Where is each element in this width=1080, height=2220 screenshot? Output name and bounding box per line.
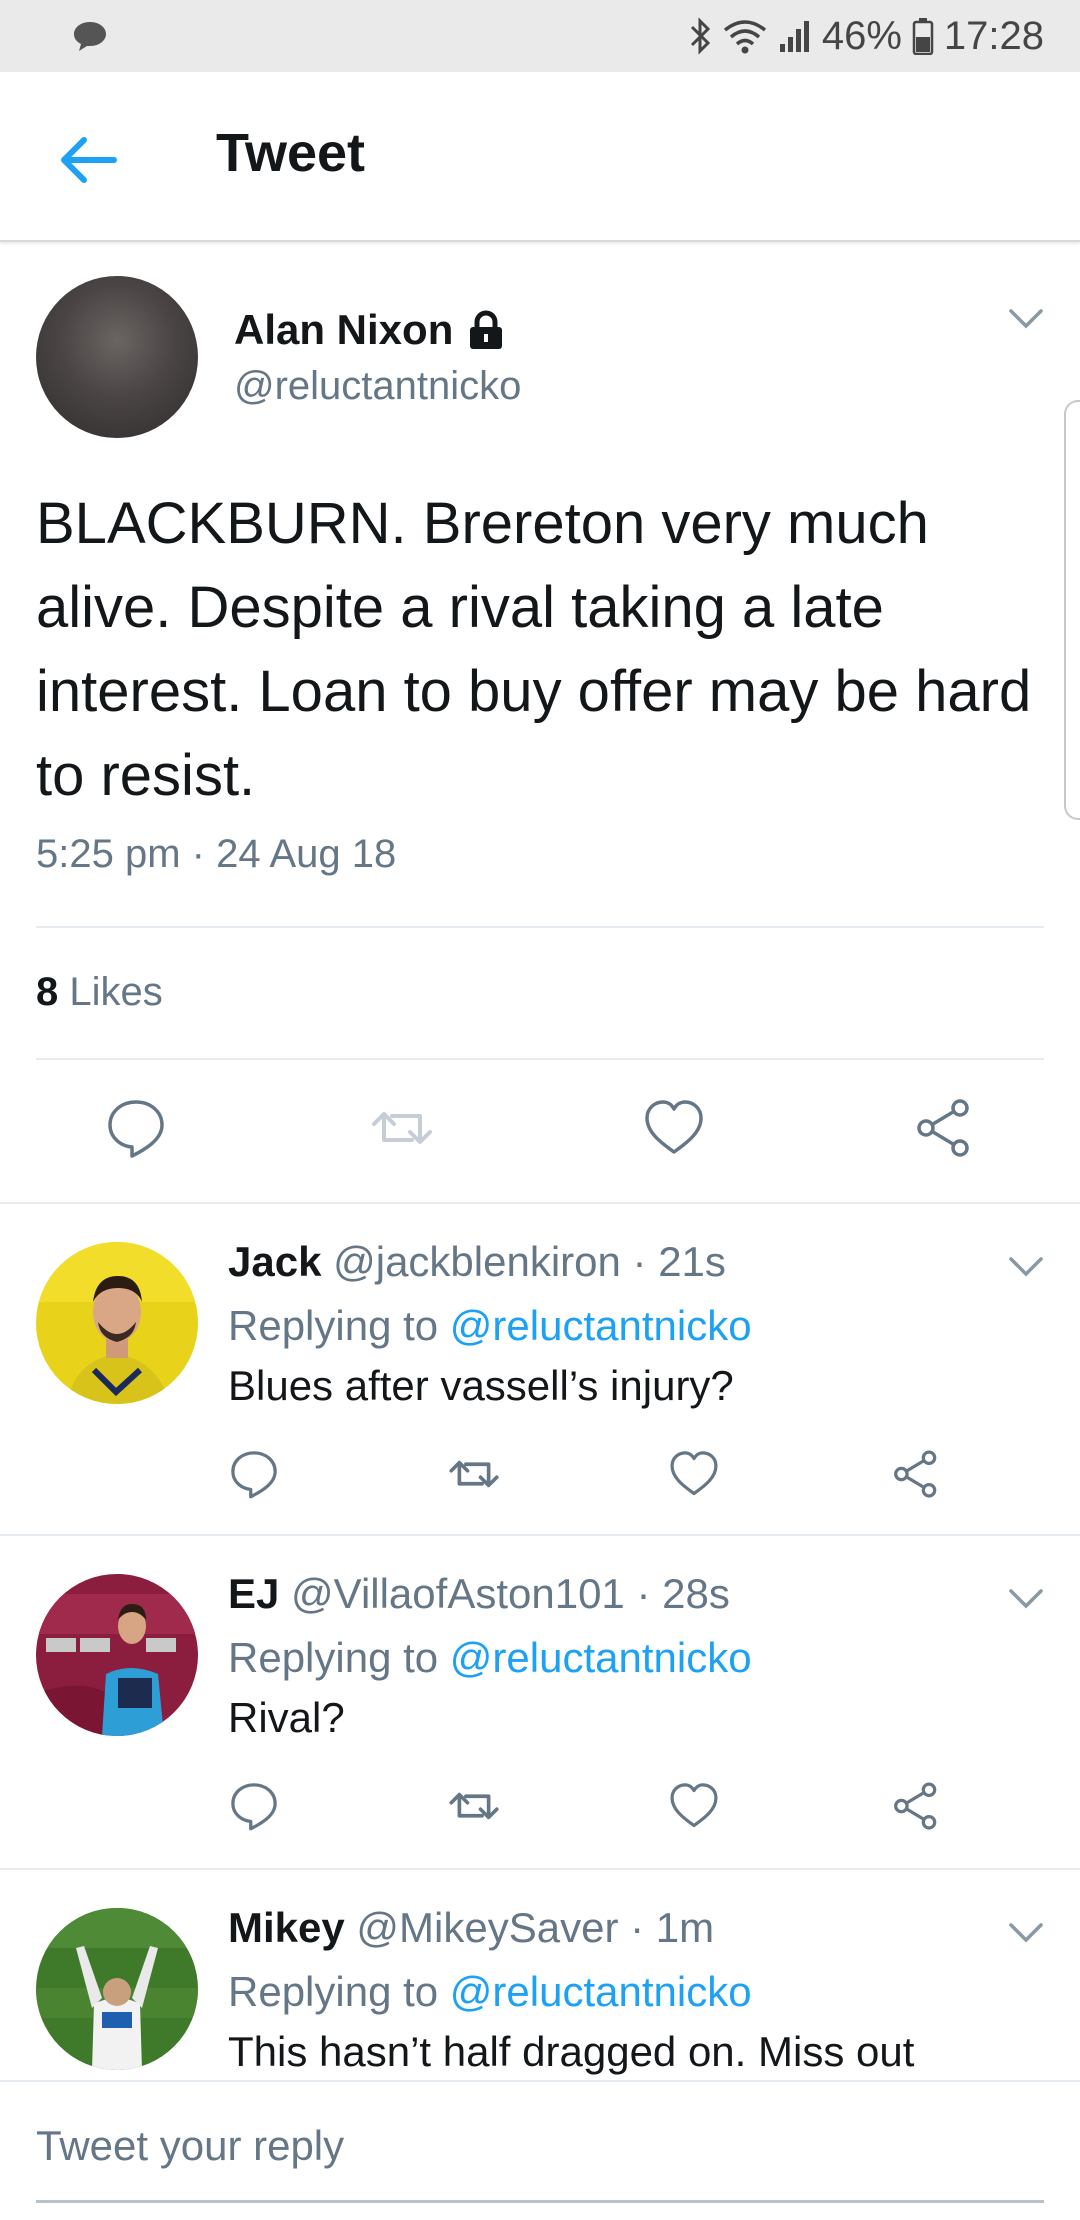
reply-text: This hasn’t half dragged on. Miss out: [228, 2028, 915, 2075]
replying-prefix: Replying to: [228, 1302, 439, 1349]
avatar[interactable]: [36, 1574, 198, 1736]
likes-label: Likes: [69, 970, 163, 1014]
reply-time: · 1m: [630, 1904, 715, 1951]
message-icon: [74, 22, 106, 51]
likes-count[interactable]: 8 Likes: [36, 970, 163, 1015]
retweet-icon[interactable]: [370, 1096, 434, 1160]
status-bar: 46% 17:28: [0, 0, 1080, 72]
reply-header: Mikey @MikeySaver · 1m: [228, 1904, 714, 1952]
compose-bar[interactable]: Tweet your reply: [0, 2080, 1080, 2220]
reply-actions: [0, 1780, 1080, 1840]
tweet-actions: [0, 1096, 1080, 1192]
clock: 17:28: [943, 13, 1044, 58]
avatar[interactable]: [36, 1242, 198, 1404]
scrollbar[interactable]: [1064, 400, 1080, 820]
reply-time: · 21s: [632, 1238, 726, 1285]
reply-author-handle[interactable]: @VillaofAston101: [291, 1570, 625, 1617]
avatar[interactable]: [36, 1908, 198, 2070]
reply-icon[interactable]: [104, 1096, 168, 1160]
chevron-down-icon[interactable]: [1008, 308, 1044, 330]
share-icon[interactable]: [890, 1780, 942, 1832]
input-underline: [36, 2200, 1044, 2203]
battery-percent: 46%: [821, 13, 902, 58]
reply-author-name[interactable]: Mikey: [228, 1904, 345, 1951]
reply-tweet[interactable]: Mikey @MikeySaver · 1m Replying to @relu…: [0, 1868, 1080, 2080]
tweet-timestamp: 5:25 pm · 24 Aug 18: [36, 832, 397, 876]
reply-header: EJ @VillaofAston101 · 28s: [228, 1570, 730, 1618]
like-icon[interactable]: [668, 1448, 720, 1500]
like-icon[interactable]: [642, 1096, 706, 1160]
reply-time: · 28s: [636, 1570, 730, 1617]
mention-link[interactable]: @reluctantnicko: [450, 1302, 752, 1349]
like-icon[interactable]: [668, 1780, 720, 1832]
replying-prefix: Replying to: [228, 1968, 439, 2015]
reply-header: Jack @jackblenkiron · 21s: [228, 1238, 726, 1286]
author-handle[interactable]: @reluctantnicko: [234, 364, 521, 409]
reply-author-name[interactable]: Jack: [228, 1238, 321, 1285]
back-arrow-icon[interactable]: [56, 128, 120, 192]
divider: [36, 1058, 1044, 1060]
reply-author-name[interactable]: EJ: [228, 1570, 279, 1617]
reply-tweet[interactable]: Jack @jackblenkiron · 21s Replying to @r…: [0, 1202, 1080, 1534]
page-title: Tweet: [216, 123, 366, 183]
chevron-down-icon[interactable]: [1008, 1588, 1044, 1610]
retweet-icon[interactable]: [448, 1780, 500, 1832]
signal-icon: [779, 21, 809, 52]
replying-to: Replying to @reluctantnicko: [228, 1634, 752, 1682]
reply-text: Blues after vassell’s injury?: [228, 1362, 734, 1409]
avatar[interactable]: [36, 276, 198, 438]
reply-text: Rival?: [228, 1694, 345, 1741]
replying-to: Replying to @reluctantnicko: [228, 1968, 752, 2016]
reply-tweet[interactable]: EJ @VillaofAston101 · 28s Replying to @r…: [0, 1534, 1080, 1868]
retweet-icon[interactable]: [448, 1448, 500, 1500]
reply-input[interactable]: Tweet your reply: [36, 2122, 344, 2170]
wifi-icon: [723, 20, 766, 54]
mention-link[interactable]: @reluctantnicko: [450, 1634, 752, 1681]
replying-prefix: Replying to: [228, 1634, 439, 1681]
replying-to: Replying to @reluctantnicko: [228, 1302, 752, 1350]
bluetooth-icon: [690, 17, 710, 55]
share-icon[interactable]: [890, 1448, 942, 1500]
reply-actions: [0, 1448, 1080, 1508]
author-name[interactable]: Alan Nixon: [234, 306, 505, 354]
author-name-text: Alan Nixon: [234, 306, 454, 353]
likes-number: 8: [36, 970, 59, 1014]
reply-icon[interactable]: [228, 1448, 280, 1500]
mention-link[interactable]: @reluctantnicko: [450, 1968, 752, 2015]
share-icon[interactable]: [912, 1096, 976, 1160]
reply-author-handle[interactable]: @MikeySaver: [356, 1904, 618, 1951]
reply-icon[interactable]: [228, 1780, 280, 1832]
reply-author-handle[interactable]: @jackblenkiron: [333, 1238, 621, 1285]
tweet-text: BLACKBURN. Brereton very much alive. Des…: [36, 491, 1032, 808]
chevron-down-icon[interactable]: [1008, 1256, 1044, 1278]
divider: [36, 926, 1044, 928]
lock-icon: [470, 310, 503, 349]
chevron-down-icon[interactable]: [1008, 1922, 1044, 1944]
app-bar: Tweet: [0, 72, 1080, 242]
battery-icon: [912, 18, 934, 55]
